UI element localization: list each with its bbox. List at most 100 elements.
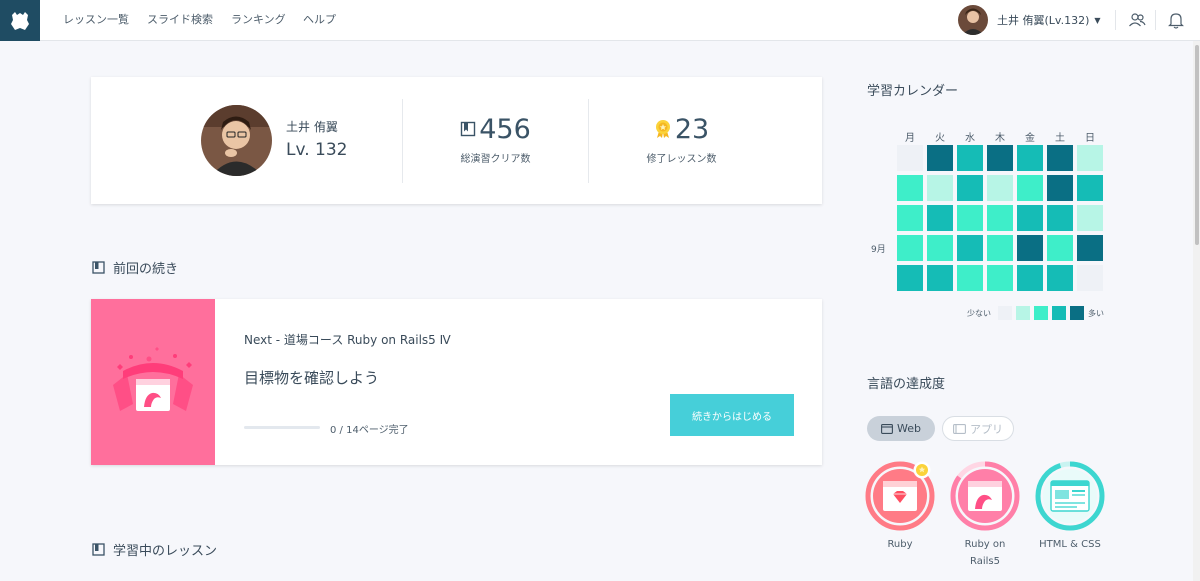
top-header: レッスン一覧 スライド検索 ランキング ヘルプ 土井 侑翼(Lv.132) ▼	[0, 0, 1200, 41]
calendar-day-cell	[1047, 145, 1073, 171]
nav-slide-search[interactable]: スライド検索	[147, 0, 213, 41]
lesson-progress-text: 0 / 14ページ完了	[330, 425, 409, 436]
legend-swatch	[1016, 306, 1030, 320]
calendar-day-cell	[927, 235, 953, 261]
tab-web[interactable]: Web	[867, 416, 935, 441]
lesson-thumbnail	[91, 299, 215, 465]
calendar-day-cell	[1047, 235, 1073, 261]
calendar-day-cell	[1017, 145, 1043, 171]
calendar-day-cell	[1017, 205, 1043, 231]
calendar-day-cell	[987, 265, 1013, 291]
language-html-css-label: HTML & CSS	[1039, 539, 1101, 550]
calendar-day-cell	[957, 265, 983, 291]
tab-app-label: アプリ	[970, 422, 1003, 436]
user-name: 土井 侑翼(Lv.132)	[997, 14, 1090, 27]
calendar-title: 学習カレンダー	[867, 84, 959, 99]
calendar-day-cell	[897, 235, 923, 261]
tab-app[interactable]: アプリ	[942, 416, 1014, 441]
calendar-day-cell	[987, 175, 1013, 201]
progate-logo[interactable]	[0, 0, 40, 41]
calendar-day-cell	[957, 175, 983, 201]
completed-label: 修了レッスン数	[646, 154, 717, 165]
nav-lesson-list[interactable]: レッスン一覧	[63, 0, 129, 41]
weekday-label: 月	[905, 133, 915, 144]
calendar-day-cell	[1017, 235, 1043, 261]
medal-icon	[655, 120, 670, 138]
legend-more: 多い	[1088, 309, 1104, 318]
achievement-title: 言語の達成度	[867, 377, 946, 392]
book-icon	[461, 121, 476, 137]
calendar-day-cell	[1017, 265, 1043, 291]
label-line: Ruby on	[964, 539, 1006, 550]
lesson-title[interactable]: 目標物を確認しよう	[244, 367, 379, 388]
logo-icon	[11, 11, 29, 30]
legend-swatch	[998, 306, 1012, 320]
legend-swatch	[1070, 306, 1084, 320]
calendar-day-cell	[957, 205, 983, 231]
calendar-day-cell	[927, 205, 953, 231]
weekday-label: 土	[1055, 133, 1065, 144]
weekday-label: 金	[1025, 133, 1035, 144]
divider	[1155, 10, 1156, 30]
calendar-day-cell	[1017, 175, 1043, 201]
calendar-day-cell	[1047, 175, 1073, 201]
divider	[1115, 10, 1116, 30]
continue-button[interactable]: 続きからはじめる	[670, 394, 794, 436]
weekday-label: 日	[1085, 133, 1095, 144]
calendar-day-cell	[897, 205, 923, 231]
scrollbar-thumb[interactable]	[1195, 45, 1199, 245]
book-icon	[92, 543, 105, 556]
label-line: Rails5	[970, 556, 1000, 567]
caret-down-icon: ▼	[1094, 15, 1101, 25]
weekday-label: 火	[935, 133, 945, 144]
language-ruby[interactable]	[865, 461, 935, 531]
profile-avatar	[201, 105, 272, 176]
calendar-day-cell	[1077, 265, 1103, 291]
bell-icon[interactable]	[1168, 11, 1184, 33]
user-menu[interactable]: 土井 侑翼(Lv.132) ▼	[958, 5, 1101, 35]
learning-section-title: 学習中のレッスン	[92, 540, 217, 559]
medal-icon	[913, 461, 931, 479]
calendar-day-cell	[1077, 175, 1103, 201]
calendar-day-cell	[1077, 235, 1103, 261]
stat-completed: 23 修了レッスン数	[588, 113, 775, 166]
profile-level: Lv. 132	[286, 140, 348, 160]
calendar-day-cell	[1077, 205, 1103, 231]
weekday-label: 水	[965, 133, 975, 144]
calendar-month-label: 9月	[871, 245, 886, 255]
avatar	[958, 5, 988, 35]
legend-swatch	[1034, 306, 1048, 320]
nav-ranking[interactable]: ランキング	[231, 0, 286, 41]
cleared-label: 総演習クリア数	[460, 154, 531, 165]
calendar-day-cell	[897, 145, 923, 171]
continue-card[interactable]: Next - 道場コース Ruby on Rails5 Ⅳ 目標物を確認しよう …	[91, 299, 822, 465]
course-name: Next - 道場コース Ruby on Rails5 Ⅳ	[244, 333, 451, 347]
calendar-day-cell	[927, 265, 953, 291]
section-title-text: 前回の続き	[113, 262, 179, 277]
calendar-day-cell	[927, 175, 953, 201]
language-rails-label: Ruby on Rails5	[940, 536, 1030, 570]
lesson-progress-bar	[244, 426, 320, 429]
continue-section-title: 前回の続き	[92, 258, 178, 277]
calendar-day-cell	[957, 235, 983, 261]
language-ruby-label: Ruby	[887, 539, 913, 550]
language-html-css[interactable]	[1035, 461, 1105, 531]
tab-web-label: Web	[897, 422, 921, 435]
cleared-count: 456	[479, 113, 531, 145]
completed-count: 23	[674, 113, 710, 145]
calendar-day-cell	[987, 205, 1013, 231]
legend-swatch	[1052, 306, 1066, 320]
profile-card: 土井 侑翼 Lv. 132 456 総演習クリア数 23 修了レッスン数	[91, 77, 822, 204]
language-rails[interactable]	[950, 461, 1020, 531]
nav-help[interactable]: ヘルプ	[303, 0, 336, 41]
calendar-day-cell	[957, 145, 983, 171]
friends-icon[interactable]	[1128, 11, 1146, 33]
calendar-day-cell	[1077, 145, 1103, 171]
calendar-day-cell	[1047, 205, 1073, 231]
calendar-day-cell	[1047, 265, 1073, 291]
book-icon	[92, 261, 105, 274]
weekday-label: 木	[995, 133, 1005, 144]
device-icon	[953, 423, 966, 434]
browser-icon	[881, 423, 893, 434]
stat-cleared: 456 総演習クリア数	[402, 113, 589, 166]
